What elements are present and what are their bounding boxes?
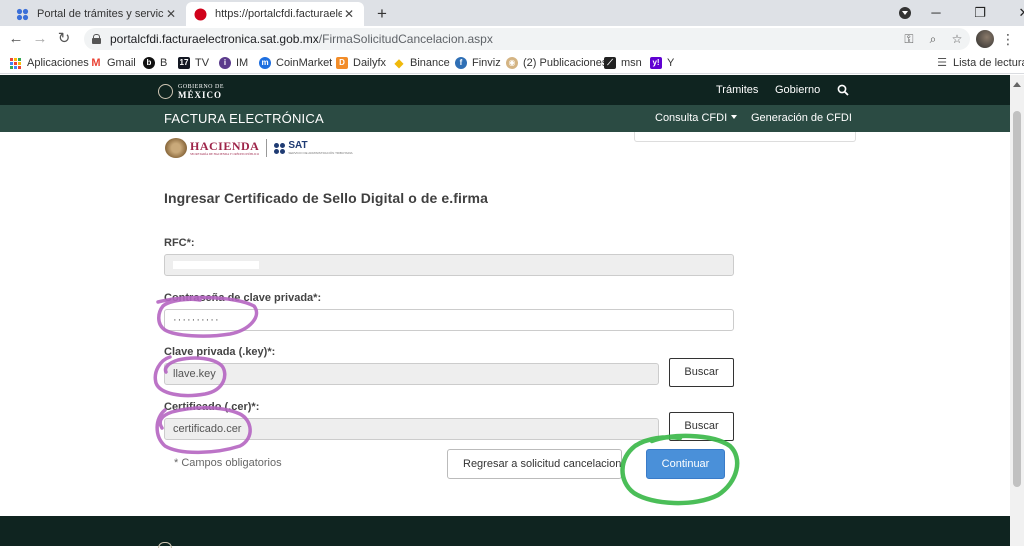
institution-logos: HACIENDA SECRETARÍA DE HACIENDA Y CRÉDIT…	[165, 137, 353, 159]
hacienda-logo: HACIENDA SECRETARÍA DE HACIENDA Y CRÉDIT…	[190, 138, 260, 156]
tab-portalcfdi[interactable]: https://portalcfdi.facturaelectronic ✕	[186, 2, 364, 26]
bookmark-publicaciones[interactable]: ◉ (2) Publicaciones	[506, 55, 607, 71]
coinmarketcap-icon: m	[259, 57, 271, 69]
nav-generacion-cfdi[interactable]: Generación de CFDI	[751, 105, 852, 132]
footer-seal-icon	[158, 542, 172, 548]
investing-icon: i	[219, 57, 231, 69]
back-to-cancel-request-button[interactable]: Regresar a solicitud cancelacion	[447, 449, 622, 479]
password-field[interactable]: ··········	[164, 309, 734, 331]
buscar-cer-button[interactable]: Buscar	[669, 412, 734, 441]
cer-file-field[interactable]: certificado.cer	[164, 418, 659, 440]
binance-icon: ◆	[393, 56, 405, 70]
key-icon[interactable]: ⚿	[902, 32, 916, 47]
tab-portal-tramites[interactable]: Portal de trámites y servicios - SA ✕	[8, 2, 186, 26]
logo-divider	[266, 139, 268, 157]
sat-logo: SAT SERVICIO DE ADMINISTRACIÓN TRIBUTARI…	[288, 139, 353, 155]
red-circle-favicon-icon	[194, 8, 207, 21]
scroll-thumb[interactable]	[1013, 111, 1021, 487]
dropdown-remnant	[634, 132, 856, 142]
tradingview-icon: 17	[178, 57, 190, 69]
back-arrow-icon[interactable]: ←	[6, 29, 26, 49]
page-scrollbar[interactable]	[1010, 75, 1024, 546]
close-tab-icon[interactable]: ✕	[342, 7, 356, 21]
sat-dots-icon	[274, 142, 286, 154]
tab-strip: Portal de trámites y servicios - SA ✕ ht…	[0, 0, 1024, 26]
browser-toolbar: ← → ↻ portalcfdi.facturaelectronica.sat.…	[0, 26, 1024, 52]
grid-favicon-icon	[16, 8, 29, 21]
bookmark-gmail[interactable]: M Gmail	[90, 55, 136, 71]
factura-header: FACTURA ELECTRÓNICA Consulta CFDI Genera…	[0, 105, 1010, 132]
tab-search-icon[interactable]	[899, 7, 911, 19]
close-tab-icon[interactable]: ✕	[164, 7, 178, 21]
cer-label: Certificado (.cer)*:	[164, 401, 260, 413]
page-footer	[0, 516, 1010, 548]
password-label: Contraseña de clave privada*:	[164, 292, 322, 304]
caret-down-icon	[731, 115, 738, 122]
bookmark-b[interactable]: b B	[143, 55, 167, 71]
bookmarks-bar: Aplicaciones M Gmail b B 17 TV i IM m Co…	[0, 52, 1024, 74]
bookmark-dailyfx[interactable]: D Dailyfx	[336, 55, 386, 71]
reading-list-button[interactable]: ☰ Lista de lectura	[936, 55, 1024, 71]
forward-arrow-icon[interactable]: →	[30, 29, 50, 49]
key-label: Clave privada (.key)*:	[164, 346, 276, 358]
menu-dots-icon[interactable]: ⋮	[1001, 30, 1015, 48]
zoom-icon[interactable]: ⌕	[926, 32, 940, 47]
search-icon[interactable]	[837, 84, 849, 96]
minimize-icon[interactable]: ─	[914, 0, 958, 26]
page-title: Ingresar Certificado de Sello Digital o …	[164, 190, 488, 206]
tab-title: https://portalcfdi.facturaelectronic	[215, 8, 342, 20]
bookmark-tv[interactable]: 17 TV	[178, 55, 209, 71]
maximize-icon[interactable]: ❐	[958, 0, 1002, 26]
bookmark-msn[interactable]: ⟋ msn	[604, 55, 642, 71]
publicaciones-icon: ◉	[506, 57, 518, 69]
finviz-icon: f	[455, 57, 467, 69]
msn-icon: ⟋	[604, 57, 616, 69]
bitso-icon: b	[143, 57, 155, 69]
required-note: * Campos obligatorios	[174, 457, 282, 469]
bookmark-finviz[interactable]: f Finviz	[455, 55, 501, 71]
rfc-redacted-value	[173, 261, 259, 269]
bookmark-aplicaciones[interactable]: Aplicaciones	[10, 55, 89, 71]
national-seal-icon	[158, 83, 173, 99]
tab-title: Portal de trámites y servicios - SA	[37, 8, 164, 20]
bookmark-im[interactable]: i IM	[219, 55, 248, 71]
lock-icon[interactable]	[92, 34, 101, 44]
profile-avatar[interactable]	[976, 30, 994, 48]
site-title[interactable]: FACTURA ELECTRÓNICA	[164, 105, 324, 132]
nav-gobierno[interactable]: Gobierno	[775, 75, 820, 105]
scroll-up-icon[interactable]	[1013, 78, 1021, 87]
buscar-key-button[interactable]: Buscar	[669, 358, 734, 387]
new-tab-button[interactable]: +	[372, 4, 392, 24]
bookmark-y[interactable]: y! Y	[650, 55, 674, 71]
continue-button[interactable]: Continuar	[646, 449, 725, 479]
nav-tramites[interactable]: Trámites	[716, 75, 758, 105]
star-icon[interactable]: ☆	[950, 32, 964, 46]
rfc-field[interactable]	[164, 254, 734, 276]
dailyfx-icon: D	[336, 57, 348, 69]
bookmark-binance[interactable]: ◆ Binance	[393, 55, 450, 71]
url-text: portalcfdi.facturaelectronica.sat.gob.mx…	[110, 32, 493, 46]
reading-list-icon: ☰	[936, 57, 948, 69]
reload-icon[interactable]: ↻	[54, 29, 74, 49]
rfc-label: RFC*:	[164, 237, 195, 249]
hacienda-eagle-icon	[165, 138, 187, 158]
gov-header: GOBIERNO DE MÉXICO Trámites Gobierno	[0, 75, 1010, 105]
bookmark-coinmarket[interactable]: m CoinMarket	[259, 55, 332, 71]
address-bar[interactable]: portalcfdi.facturaelectronica.sat.gob.mx…	[84, 28, 970, 50]
key-file-field[interactable]: llave.key	[164, 363, 659, 385]
nav-consulta-cfdi[interactable]: Consulta CFDI	[655, 105, 738, 132]
gobierno-mexico-logo[interactable]: GOBIERNO DE MÉXICO	[158, 83, 224, 100]
apps-grid-icon	[10, 57, 21, 69]
yahoo-icon: y!	[650, 57, 662, 69]
close-window-icon[interactable]: ✕	[1002, 0, 1024, 26]
gmail-icon: M	[90, 57, 102, 69]
window-controls: ─ ❐ ✕	[914, 0, 1024, 26]
